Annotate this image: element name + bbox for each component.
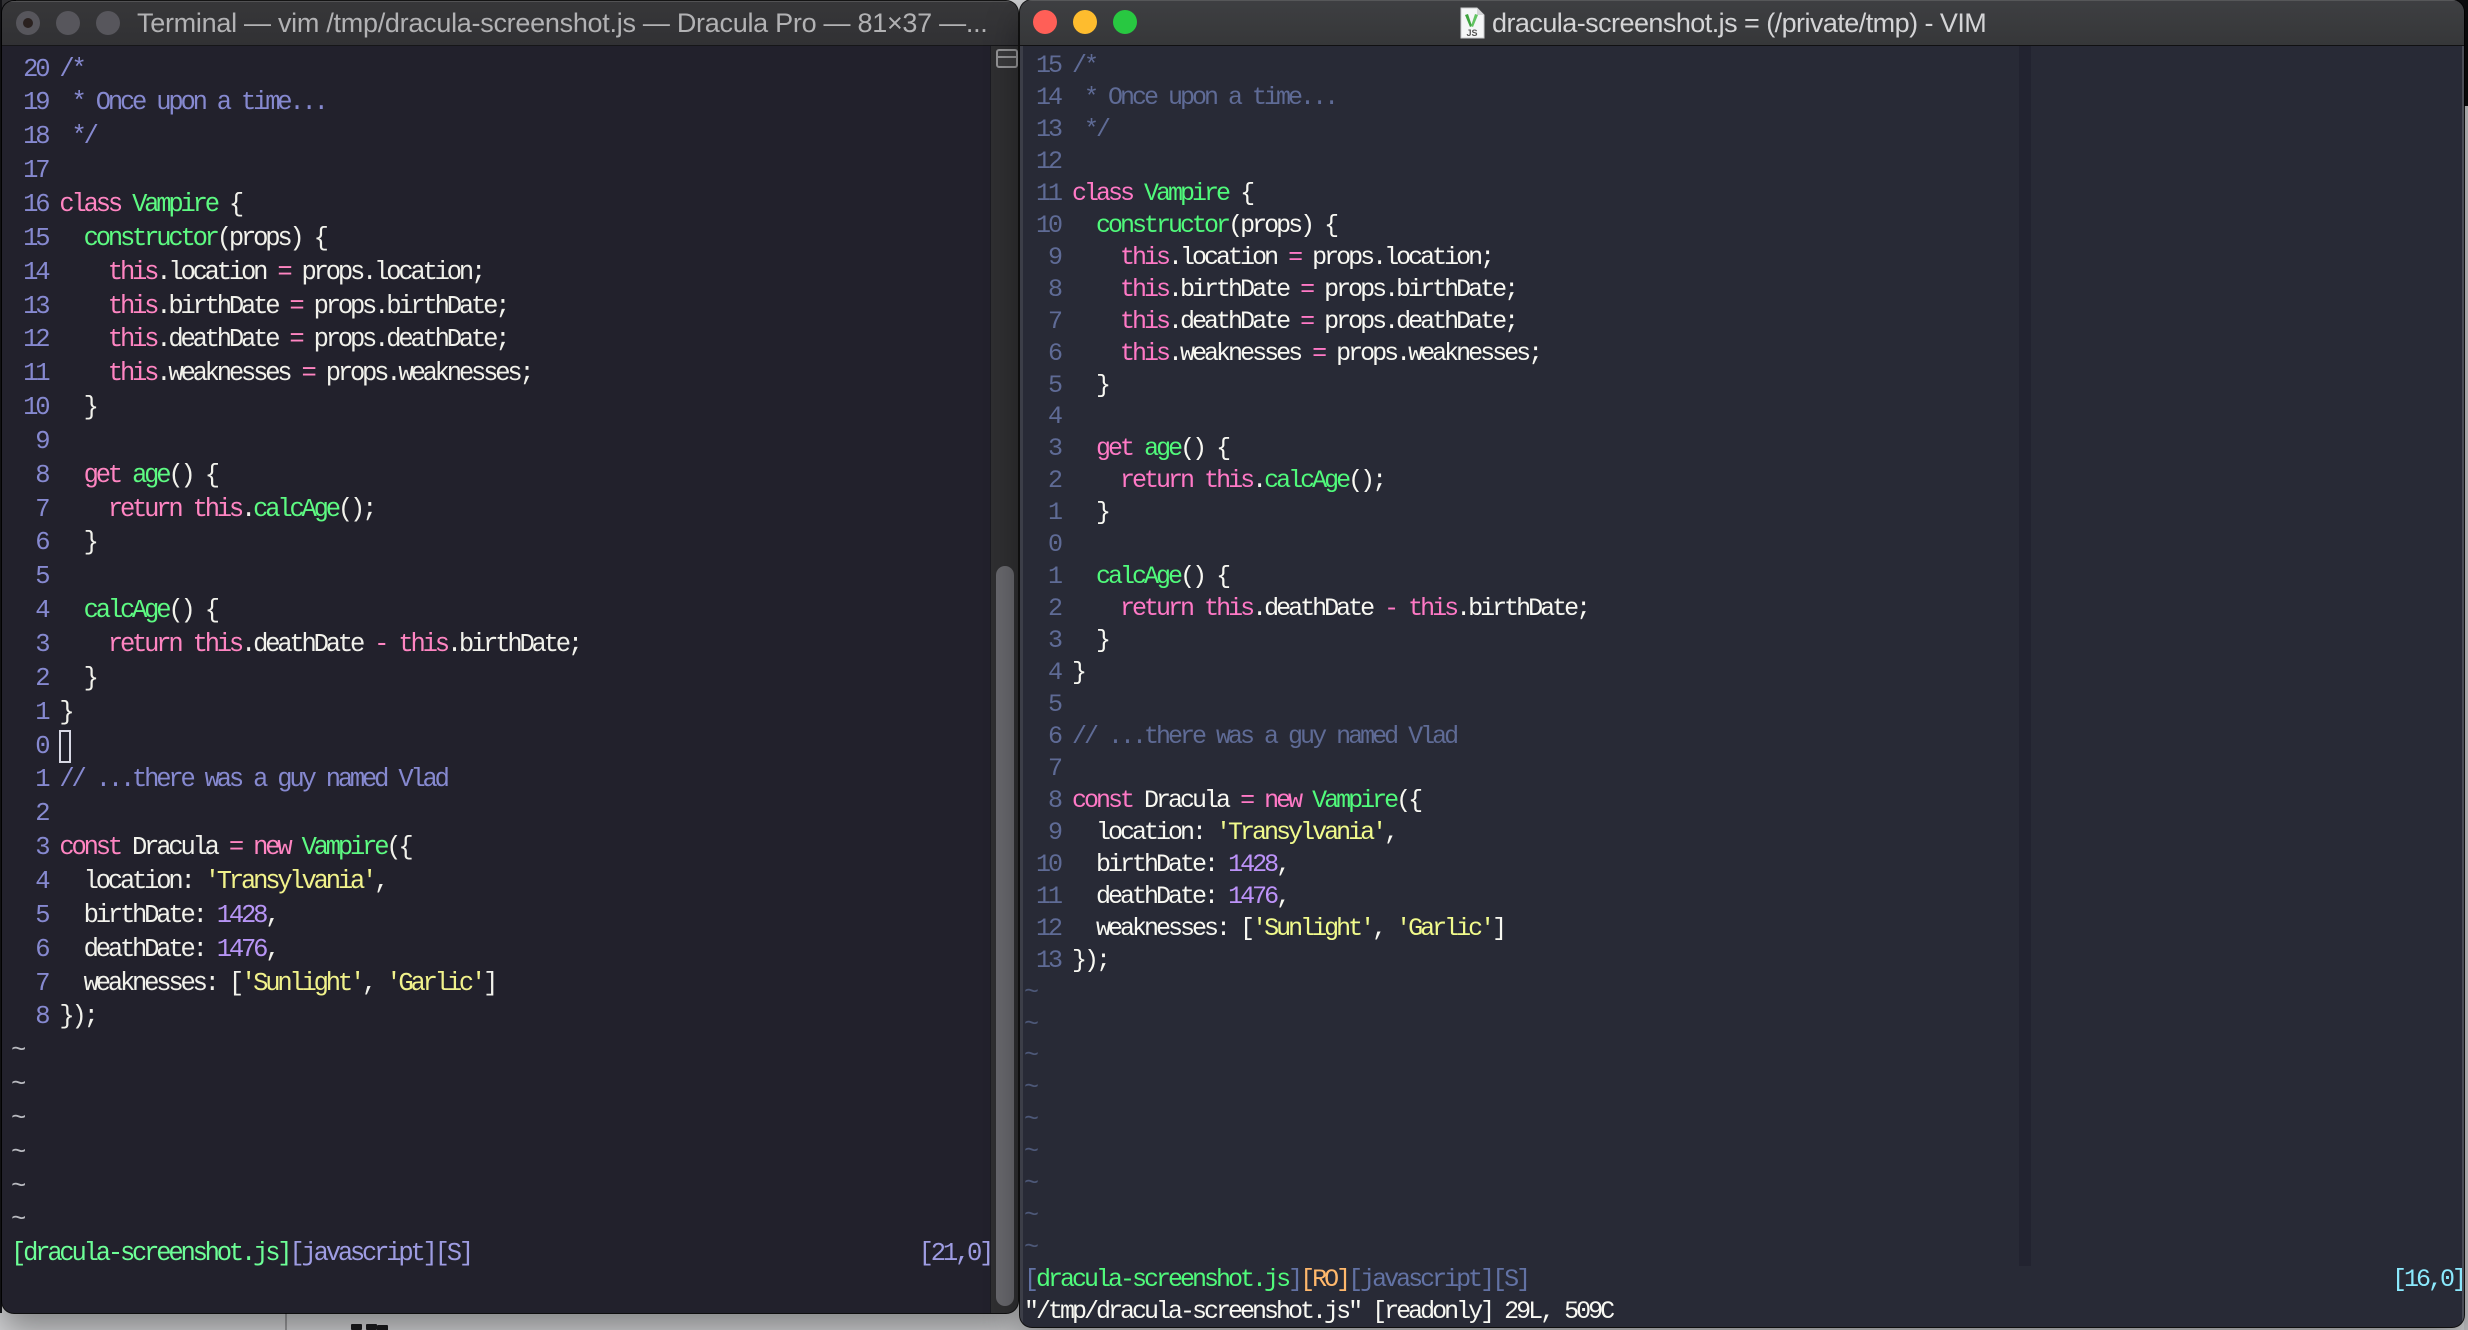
svg-text:JS: JS: [1466, 28, 1477, 38]
